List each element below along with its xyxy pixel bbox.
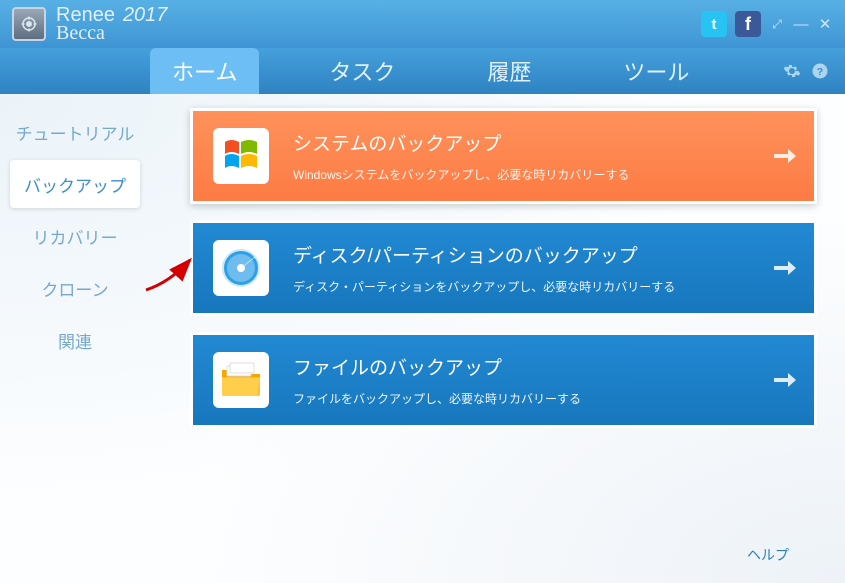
content-area: チュートリアル バックアップ リカバリー クローン 関連	[0, 94, 845, 583]
facebook-icon[interactable]: f	[735, 11, 761, 37]
card-desc: ファイルをバックアップし、必要な時リカバリーする	[293, 390, 581, 407]
card-system-backup[interactable]: システムのバックアップ Windowsシステムをバックアップし、必要な時リカバリ…	[190, 108, 817, 204]
card-text: ファイルのバックアップ ファイルをバックアップし、必要な時リカバリーする	[293, 353, 581, 407]
minimize-button[interactable]: —	[793, 16, 809, 33]
card-desc: ディスク・パーティションをバックアップし、必要な時リカバリーする	[293, 278, 675, 295]
sidebar-item-clone[interactable]: クローン	[10, 264, 140, 312]
menubar-right: ?	[783, 48, 829, 94]
footer: ヘルプ	[747, 545, 789, 565]
menubar: ホーム タスク 履歴 ツール ?	[0, 48, 845, 94]
card-title: システムのバックアップ	[293, 129, 629, 156]
close-button[interactable]: ✕	[817, 15, 833, 33]
card-text: システムのバックアップ Windowsシステムをバックアップし、必要な時リカバリ…	[293, 129, 629, 183]
sidebar: チュートリアル バックアップ リカバリー クローン 関連	[0, 94, 140, 583]
app-window: Renee2017 Becca t f ⤢ — ✕ ホーム タスク 履歴 ツール…	[0, 0, 845, 583]
folder-icon	[213, 352, 269, 408]
main-panel: システムのバックアップ Windowsシステムをバックアップし、必要な時リカバリ…	[140, 94, 845, 583]
tab-history[interactable]: 履歴	[465, 48, 553, 94]
gear-icon[interactable]	[783, 62, 801, 80]
pin-button[interactable]: ⤢	[769, 17, 785, 32]
card-desc: Windowsシステムをバックアップし、必要な時リカバリーする	[293, 166, 629, 183]
sidebar-item-recovery[interactable]: リカバリー	[10, 212, 140, 260]
help-icon[interactable]: ?	[811, 62, 829, 80]
annotation-arrow-icon	[142, 252, 198, 296]
disk-icon	[213, 240, 269, 296]
arrow-right-icon	[774, 259, 796, 277]
card-text: ディスク/パーティションのバックアップ ディスク・パーティションをバックアップし…	[293, 241, 675, 295]
arrow-right-icon	[774, 371, 796, 389]
sidebar-item-tutorial[interactable]: チュートリアル	[10, 108, 140, 156]
titlebar-right: t f ⤢ — ✕	[701, 11, 833, 37]
tab-task[interactable]: タスク	[307, 48, 417, 94]
app-name-2: Becca	[56, 23, 167, 43]
svg-text:?: ?	[817, 66, 823, 78]
card-title: ディスク/パーティションのバックアップ	[293, 241, 675, 268]
card-file-backup[interactable]: ファイルのバックアップ ファイルをバックアップし、必要な時リカバリーする	[190, 332, 817, 428]
sidebar-item-backup[interactable]: バックアップ	[10, 160, 140, 208]
windows-icon	[213, 128, 269, 184]
titlebar: Renee2017 Becca t f ⤢ — ✕	[0, 0, 845, 48]
tab-home[interactable]: ホーム	[150, 48, 259, 94]
twitter-icon[interactable]: t	[701, 11, 727, 37]
tab-tools[interactable]: ツール	[601, 48, 711, 94]
app-safe-icon	[12, 7, 46, 41]
app-title: Renee2017 Becca	[56, 5, 167, 43]
card-disk-backup[interactable]: ディスク/パーティションのバックアップ ディスク・パーティションをバックアップし…	[190, 220, 817, 316]
arrow-right-icon	[774, 147, 796, 165]
sidebar-item-related[interactable]: 関連	[10, 316, 140, 364]
help-link[interactable]: ヘルプ	[747, 547, 789, 563]
card-title: ファイルのバックアップ	[293, 353, 581, 380]
